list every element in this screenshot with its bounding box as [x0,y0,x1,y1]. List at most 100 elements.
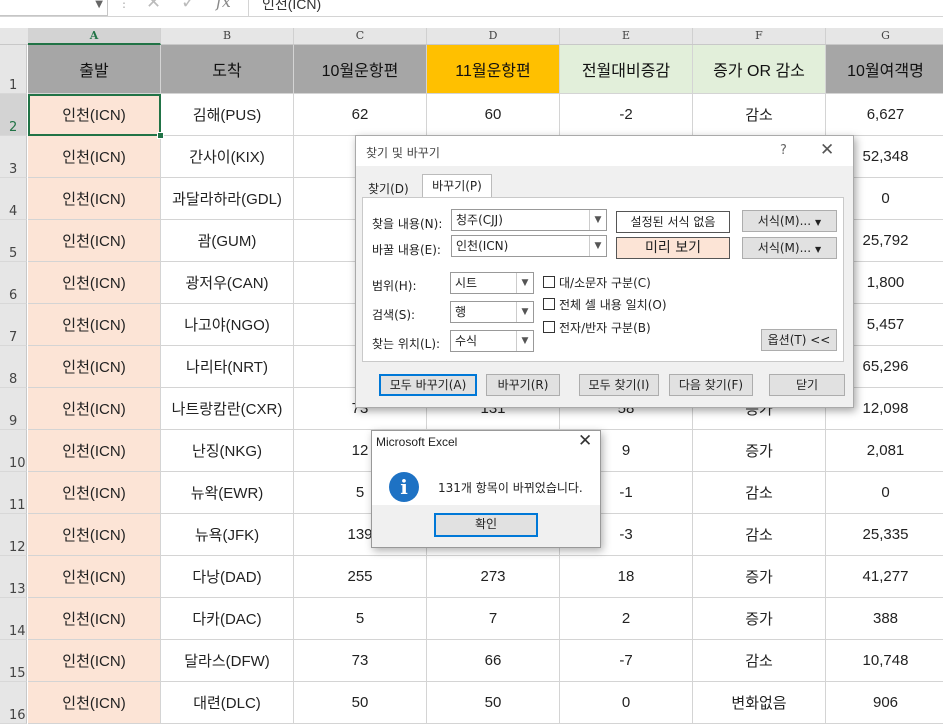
chevron-down-icon[interactable]: ▼ [516,273,533,293]
table-cell[interactable]: 18 [560,556,693,598]
row-header-5[interactable]: 5 [0,220,27,262]
row-header-1[interactable]: 1 [0,45,27,94]
column-header-d[interactable]: D [427,28,560,44]
table-cell[interactable]: 인천(ICN) [28,262,161,304]
chevron-down-icon[interactable]: ▼ [516,331,533,351]
table-cell[interactable]: 다카(DAC) [161,598,294,640]
replace-all-button[interactable]: 모두 바꾸기(A) [379,374,477,396]
replace-format-button[interactable]: 서식(M)... ▼ [742,237,837,259]
header-cell[interactable]: 도착 [161,45,294,94]
table-cell[interactable]: 인천(ICN) [28,682,161,724]
table-cell[interactable]: 62 [294,94,427,136]
replace-button[interactable]: 바꾸기(R) [486,374,560,396]
table-cell[interactable]: 273 [427,556,560,598]
table-cell[interactable]: 50 [294,682,427,724]
table-cell[interactable]: 뉴왁(EWR) [161,472,294,514]
table-cell[interactable]: 괌(GUM) [161,220,294,262]
match-byte-checkbox[interactable]: 전자/반자 구분(B) [543,319,651,336]
table-cell[interactable]: 인천(ICN) [28,136,161,178]
active-cell[interactable]: 인천(ICN) [28,94,161,136]
table-cell[interactable]: -7 [560,640,693,682]
header-cell[interactable]: 10월운항편 [294,45,427,94]
row-header-12[interactable]: 12 [0,514,27,556]
table-cell[interactable]: 뉴욕(JFK) [161,514,294,556]
table-cell[interactable]: 대련(DLC) [161,682,294,724]
row-header-3[interactable]: 3 [0,136,27,178]
chevron-down-icon[interactable]: ▼ [589,210,606,230]
column-header-g[interactable]: G [826,28,943,44]
table-cell[interactable]: 인천(ICN) [28,220,161,262]
column-header-e[interactable]: E [560,28,693,44]
row-header-14[interactable]: 14 [0,598,27,640]
column-header-b[interactable]: B [161,28,294,44]
table-cell[interactable]: 변화없음 [693,682,826,724]
find-all-button[interactable]: 모두 찾기(I) [579,374,659,396]
table-cell[interactable]: 감소 [693,94,826,136]
check-icon[interactable]: ✓ [181,0,196,13]
column-header-c[interactable]: C [294,28,427,44]
find-next-button[interactable]: 다음 찾기(F) [669,374,753,396]
close-button[interactable]: 닫기 [769,374,845,396]
table-cell[interactable]: 김해(PUS) [161,94,294,136]
table-cell[interactable]: 인천(ICN) [28,472,161,514]
x-icon[interactable]: ✕ [146,0,161,13]
table-cell[interactable]: 10,748 [826,640,943,682]
tab-find[interactable]: 찾기(D) [368,180,409,197]
insert-function-button[interactable]: fx [216,0,231,11]
table-cell[interactable]: 난징(NKG) [161,430,294,472]
table-cell[interactable]: 증가 [693,598,826,640]
name-box[interactable]: ▼ [0,0,108,16]
row-header-2[interactable]: 2 [0,94,27,136]
header-cell[interactable]: 증가 OR 감소 [693,45,826,94]
table-cell[interactable]: 나리타(NRT) [161,346,294,388]
table-cell[interactable]: 증가 [693,430,826,472]
table-cell[interactable]: 증가 [693,556,826,598]
table-cell[interactable]: 인천(ICN) [28,430,161,472]
close-icon[interactable]: ✕ [820,140,834,160]
table-cell[interactable]: 광저우(CAN) [161,262,294,304]
ok-button[interactable]: 확인 [434,513,538,537]
table-cell[interactable]: 인천(ICN) [28,178,161,220]
header-cell[interactable]: 출발 [28,45,161,94]
within-select[interactable]: 시트 ▼ [450,272,534,294]
table-cell[interactable]: 255 [294,556,427,598]
row-header-13[interactable]: 13 [0,556,27,598]
table-cell[interactable]: 인천(ICN) [28,346,161,388]
table-cell[interactable]: 간사이(KIX) [161,136,294,178]
table-cell[interactable]: 감소 [693,640,826,682]
row-header-16[interactable]: 16 [0,682,27,724]
column-header-f[interactable]: F [693,28,826,44]
table-cell[interactable]: 나트랑캄란(CXR) [161,388,294,430]
match-case-checkbox[interactable]: 대/소문자 구분(C) [543,274,651,291]
table-cell[interactable]: 과달라하라(GDL) [161,178,294,220]
table-cell[interactable]: 66 [427,640,560,682]
table-cell[interactable]: 6,627 [826,94,943,136]
row-header-7[interactable]: 7 [0,304,27,346]
table-cell[interactable]: 달라스(DFW) [161,640,294,682]
table-cell[interactable]: 41,277 [826,556,943,598]
table-cell[interactable]: 25,335 [826,514,943,556]
chevron-down-icon[interactable]: ▼ [589,236,606,256]
row-header-8[interactable]: 8 [0,346,27,388]
tab-replace[interactable]: 바꾸기(P) [422,174,492,198]
table-cell[interactable]: 감소 [693,514,826,556]
table-cell[interactable]: 2,081 [826,430,943,472]
options-button[interactable]: 옵션(T) << [761,329,837,351]
table-cell[interactable]: 50 [427,682,560,724]
table-cell[interactable]: 0 [826,472,943,514]
find-format-button[interactable]: 서식(M)... ▼ [742,210,837,232]
table-cell[interactable]: 다낭(DAD) [161,556,294,598]
table-cell[interactable]: 인천(ICN) [28,640,161,682]
table-cell[interactable]: 인천(ICN) [28,556,161,598]
table-cell[interactable]: 60 [427,94,560,136]
header-cell[interactable]: 전월대비증감 [560,45,693,94]
table-cell[interactable]: 인천(ICN) [28,304,161,346]
formula-input[interactable]: 인천(ICN) [262,0,321,14]
table-cell[interactable]: 0 [560,682,693,724]
row-header-6[interactable]: 6 [0,262,27,304]
table-cell[interactable]: 2 [560,598,693,640]
header-cell[interactable]: 10월여객명 [826,45,943,94]
chevron-down-icon[interactable]: ▼ [516,302,533,322]
table-cell[interactable]: 인천(ICN) [28,388,161,430]
search-order-select[interactable]: 행 ▼ [450,301,534,323]
